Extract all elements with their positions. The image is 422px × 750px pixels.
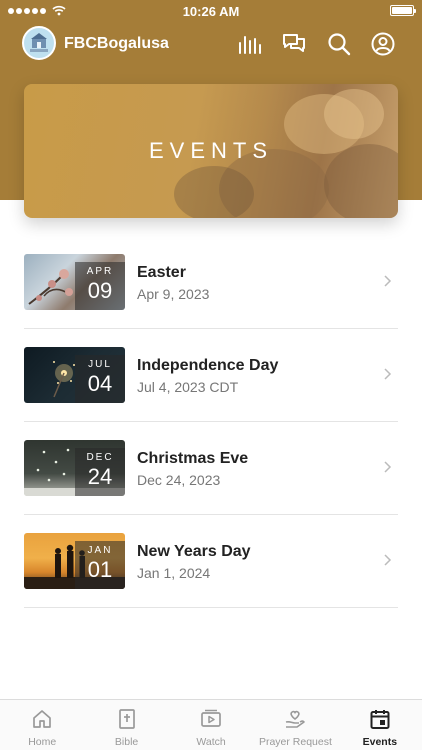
tab-home[interactable]: Home bbox=[0, 700, 84, 750]
tab-label: Bible bbox=[114, 736, 139, 748]
events-hero-banner: EVENTS bbox=[24, 84, 398, 218]
chevron-right-icon bbox=[384, 368, 392, 380]
chevron-right-icon bbox=[384, 461, 392, 473]
event-thumbnail: JUL 04 bbox=[24, 347, 125, 403]
event-row[interactable]: JAN 01 New Years Day Jan 1, 2024 bbox=[24, 515, 398, 608]
date-badge-month: JAN bbox=[87, 545, 113, 556]
event-row[interactable]: APR 09 Easter Apr 9, 2023 bbox=[24, 236, 398, 329]
status-time: 10:26 AM bbox=[182, 4, 240, 19]
date-badge: JAN 01 bbox=[75, 541, 125, 589]
date-badge-month: DEC bbox=[86, 452, 114, 463]
date-badge: DEC 24 bbox=[75, 448, 125, 496]
event-date: Jan 1, 2024 bbox=[137, 565, 211, 581]
tab-prayer-request[interactable]: Prayer Request bbox=[253, 700, 337, 750]
chat-icon[interactable] bbox=[281, 31, 307, 57]
event-title: Easter bbox=[137, 264, 186, 281]
bottom-tab-bar: Home Bible Watch Prayer Request Events bbox=[0, 699, 422, 750]
chevron-right-icon bbox=[384, 554, 392, 566]
tab-bible[interactable]: Bible bbox=[84, 700, 168, 750]
home-icon bbox=[31, 708, 53, 730]
date-badge-month: APR bbox=[86, 266, 114, 277]
date-badge: APR 09 bbox=[75, 262, 125, 310]
event-thumbnail: JAN 01 bbox=[24, 533, 125, 589]
church-logo-avatar[interactable] bbox=[22, 26, 56, 60]
tab-label: Prayer Request bbox=[258, 736, 332, 748]
date-badge-day: 09 bbox=[87, 278, 113, 303]
event-row[interactable]: JUL 04 Independence Day Jul 4, 2023 CDT bbox=[24, 329, 398, 422]
battery-icon bbox=[390, 5, 416, 16]
app-bar: FBCBogalusa bbox=[0, 26, 422, 62]
date-badge-day: 04 bbox=[87, 371, 113, 396]
search-icon[interactable] bbox=[326, 31, 352, 57]
date-badge-day: 01 bbox=[87, 557, 113, 582]
event-title: Independence Day bbox=[137, 357, 279, 374]
event-date: Jul 4, 2023 CDT bbox=[137, 379, 239, 395]
hero-title: EVENTS bbox=[148, 138, 274, 163]
event-date: Dec 24, 2023 bbox=[137, 472, 221, 488]
status-bar: 10:26 AM bbox=[0, 0, 422, 22]
prayer-icon bbox=[284, 708, 306, 730]
app-title: FBCBogalusa bbox=[64, 35, 169, 52]
tab-events[interactable]: Events bbox=[338, 700, 422, 750]
date-badge: JUL 04 bbox=[75, 355, 125, 403]
calendar-icon bbox=[369, 708, 391, 730]
date-badge-day: 24 bbox=[87, 464, 113, 489]
event-thumbnail: APR 09 bbox=[24, 254, 125, 310]
event-thumbnail: DEC 24 bbox=[24, 440, 125, 496]
chevron-right-icon bbox=[384, 275, 392, 287]
equalizer-icon[interactable] bbox=[236, 31, 262, 57]
event-title: Christmas Eve bbox=[137, 450, 249, 467]
date-badge-month: JUL bbox=[88, 359, 112, 370]
account-icon[interactable] bbox=[370, 31, 396, 57]
event-title: New Years Day bbox=[137, 543, 251, 560]
tab-watch[interactable]: Watch bbox=[169, 700, 253, 750]
event-row[interactable]: DEC 24 Christmas Eve Dec 24, 2023 bbox=[24, 422, 398, 515]
tab-label: Home bbox=[28, 736, 57, 748]
bible-icon bbox=[116, 708, 138, 730]
watch-icon bbox=[200, 708, 222, 730]
event-list: APR 09 Easter Apr 9, 2023 JUL 04 Indepen… bbox=[24, 236, 398, 608]
event-date: Apr 9, 2023 bbox=[137, 286, 210, 302]
tab-label: Events bbox=[362, 736, 398, 748]
tab-label: Watch bbox=[196, 736, 226, 748]
